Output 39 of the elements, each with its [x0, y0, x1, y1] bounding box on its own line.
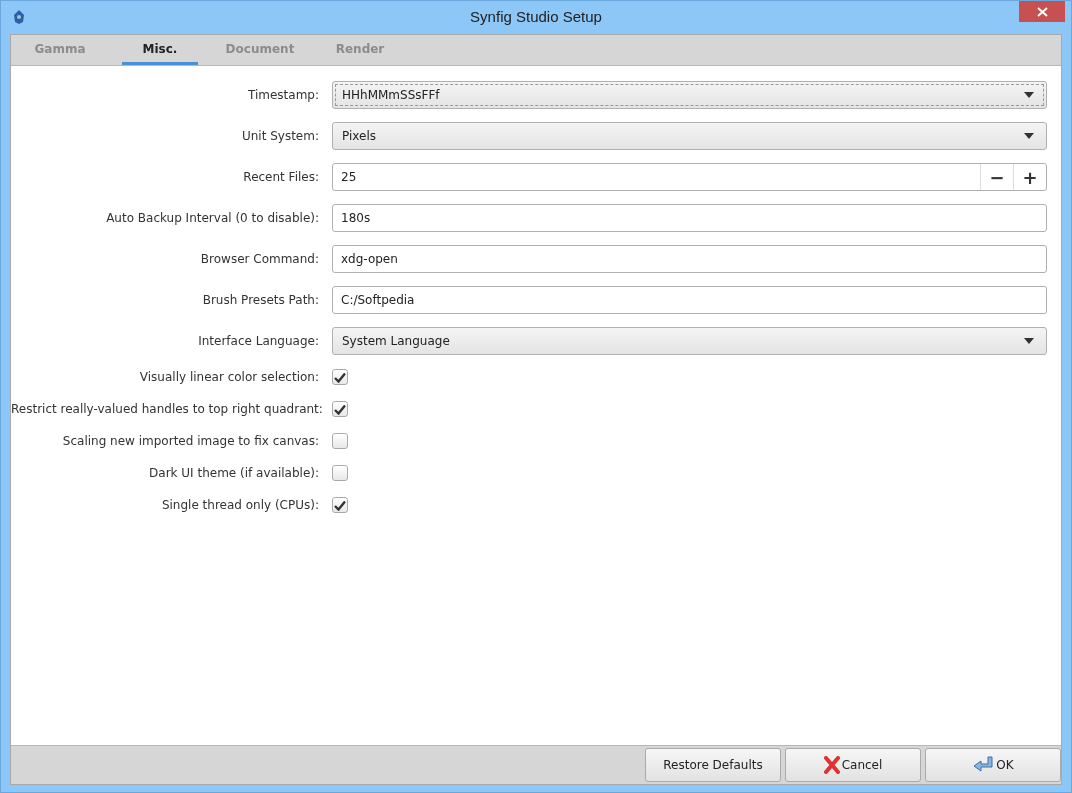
- return-arrow-icon: [972, 756, 995, 774]
- field-label: Recent Files:: [242, 170, 319, 184]
- dialog-button[interactable]: OK: [925, 748, 1061, 782]
- checkbox[interactable]: [332, 401, 348, 417]
- input-field[interactable]: 180s: [332, 204, 1047, 232]
- close-button[interactable]: [1019, 1, 1065, 22]
- input-field[interactable]: C:/Softpedia: [332, 286, 1047, 314]
- dropdown-caret-icon: [1024, 92, 1034, 98]
- number-field[interactable]: 25: [333, 164, 980, 190]
- checkbox[interactable]: [332, 369, 348, 385]
- app-logo-icon: [13, 10, 25, 24]
- increment-button[interactable]: +: [1013, 164, 1046, 190]
- field-label: Unit System:: [240, 129, 319, 143]
- checkbox-label: Single thread only (CPUs):: [160, 498, 319, 512]
- input-field[interactable]: xdg-open: [332, 245, 1047, 273]
- dropdown[interactable]: HHhMMmSSsFFf: [332, 81, 1047, 109]
- field-label: Browser Command:: [199, 252, 319, 266]
- field-label: Timestamp:: [246, 88, 319, 102]
- checkbox[interactable]: [332, 433, 348, 449]
- dropdown[interactable]: Pixels: [332, 122, 1047, 150]
- dialog-button[interactable]: Cancel: [785, 748, 921, 782]
- field-label: Auto Backup Interval (0 to disable):: [105, 211, 319, 225]
- field-label: Brush Presets Path:: [201, 293, 319, 307]
- checkbox-label: Visually linear color selection:: [138, 370, 319, 384]
- spin-field[interactable]: 25 − +: [332, 163, 1047, 191]
- dropdown-caret-icon: [1024, 338, 1034, 344]
- field-label: Interface Language:: [197, 334, 319, 348]
- dropdown-caret-icon: [1024, 133, 1034, 139]
- checkbox-label: Scaling new imported image to fix canvas:: [61, 434, 319, 448]
- close-icon: [1036, 6, 1048, 17]
- dialog-button[interactable]: Restore Defaults: [645, 748, 781, 782]
- window-title: Synfig Studio Setup: [470, 8, 602, 25]
- cross-icon: [823, 756, 840, 774]
- checkbox[interactable]: [332, 497, 348, 513]
- checkbox[interactable]: [332, 465, 348, 481]
- checkbox-label: Dark UI theme (if available):: [148, 466, 319, 480]
- tab[interactable]: Misc.: [122, 35, 198, 65]
- dropdown[interactable]: System Language: [332, 327, 1047, 355]
- decrement-button[interactable]: −: [980, 164, 1013, 190]
